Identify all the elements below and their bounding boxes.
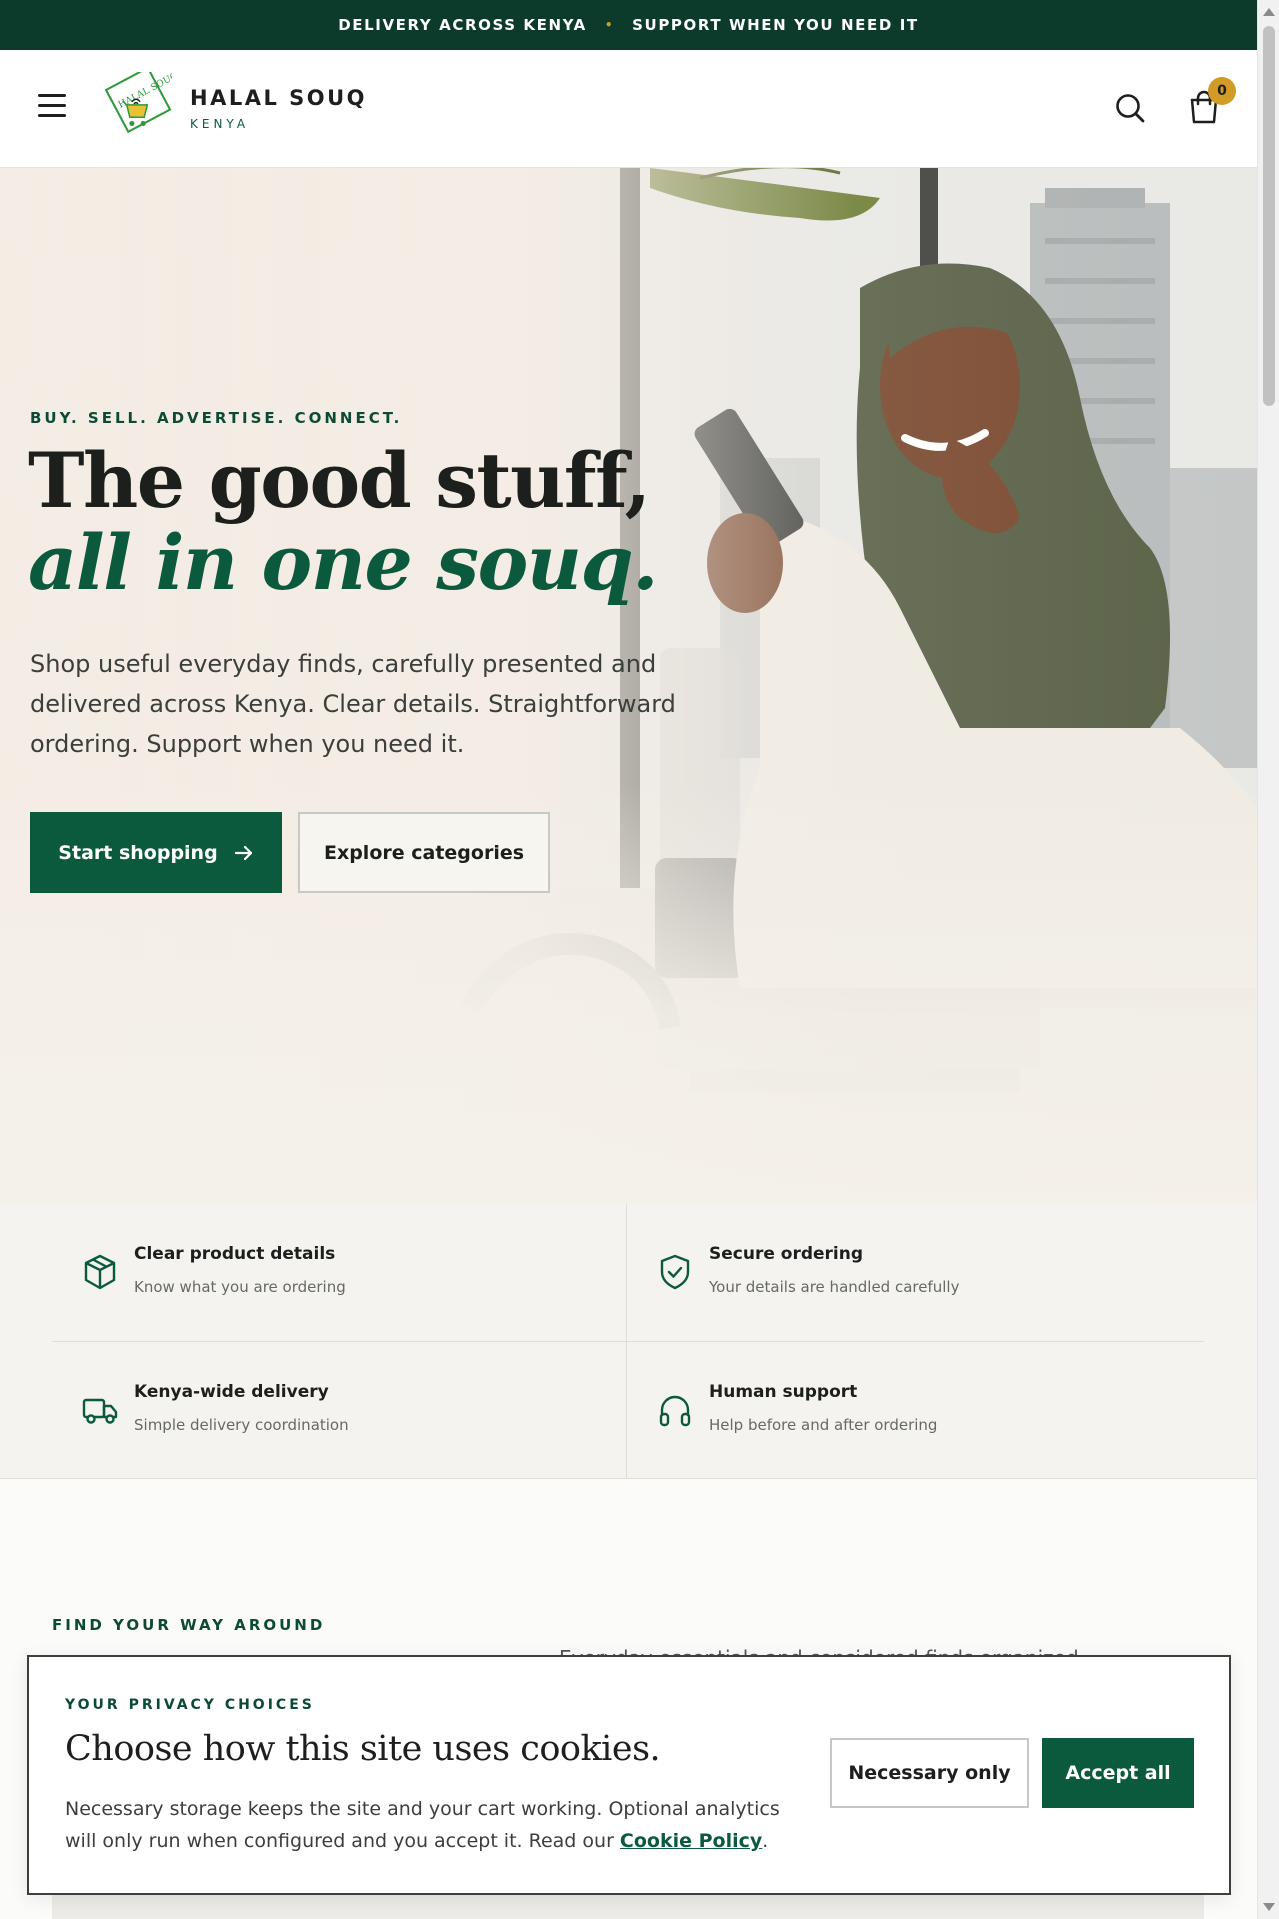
- announcement-delivery: DELIVERY ACROSS KENYA: [338, 16, 587, 34]
- arrow-right-icon: [234, 845, 252, 860]
- cart-count-badge: 0: [1208, 77, 1236, 105]
- cookie-eyebrow: YOUR PRIVACY CHOICES: [65, 1697, 315, 1713]
- feature-description: Simple delivery coordination: [134, 1416, 349, 1434]
- feature-title: Secure ordering: [709, 1244, 864, 1264]
- hero-headline-line2: all in one souq.: [28, 518, 659, 607]
- feature-clear-details: Clear product details Know what you are …: [52, 1204, 627, 1341]
- section-eyebrow: FIND YOUR WAY AROUND: [52, 1616, 326, 1634]
- menu-icon-bar: [38, 114, 66, 117]
- cookie-policy-link[interactable]: Cookie Policy: [620, 1830, 762, 1852]
- hero-eyebrow: BUY. SELL. ADVERTISE. CONNECT.: [30, 409, 403, 427]
- hero-section: BUY. SELL. ADVERTISE. CONNECT. The good …: [0, 168, 1257, 1204]
- cookie-body-end: .: [762, 1830, 769, 1852]
- headphones-icon: [659, 1395, 691, 1427]
- truck-icon: [82, 1398, 118, 1424]
- scrollbar-thumb[interactable]: [1263, 26, 1275, 406]
- announcement-separator: •: [604, 18, 615, 32]
- accept-all-button[interactable]: Accept all: [1042, 1738, 1194, 1808]
- shield-check-icon: [660, 1254, 690, 1290]
- brand-country: KENYA: [190, 117, 250, 131]
- brand-logo[interactable]: HALAL SOUQ: [100, 72, 172, 144]
- feature-title: Kenya-wide delivery: [134, 1382, 329, 1402]
- brand-name: HALAL SOUQ: [190, 86, 368, 110]
- page: DELIVERY ACROSS KENYA • SUPPORT WHEN YOU…: [0, 0, 1257, 1919]
- necessary-only-button[interactable]: Necessary only: [830, 1738, 1029, 1808]
- hero-description: Shop useful everyday finds, carefully pr…: [30, 650, 676, 758]
- announcement-bar: DELIVERY ACROSS KENYA • SUPPORT WHEN YOU…: [0, 0, 1257, 50]
- start-shopping-label: Start shopping: [58, 841, 218, 864]
- announcement-support: SUPPORT WHEN YOU NEED IT: [632, 16, 919, 34]
- package-icon: [84, 1254, 116, 1290]
- feature-kenya-delivery: Kenya-wide delivery Simple delivery coor…: [52, 1342, 627, 1479]
- cookie-body: Necessary storage keeps the site and you…: [65, 1793, 805, 1857]
- features-grid: Clear product details Know what you are …: [0, 1204, 1257, 1479]
- scroll-down-icon[interactable]: [1263, 1903, 1275, 1911]
- cookie-title: Choose how this site uses cookies.: [65, 1729, 661, 1769]
- explore-categories-button[interactable]: Explore categories: [298, 812, 550, 893]
- menu-button[interactable]: [38, 94, 66, 118]
- feature-description: Know what you are ordering: [134, 1278, 346, 1296]
- feature-description: Help before and after ordering: [709, 1416, 938, 1434]
- brand-text[interactable]: HALAL SOUQ KENYA: [190, 86, 367, 131]
- menu-icon-bar: [38, 94, 66, 97]
- feature-secure-ordering: Secure ordering Your details are handled…: [627, 1204, 1202, 1341]
- explore-categories-label: Explore categories: [323, 841, 525, 864]
- feature-title: Clear product details: [134, 1244, 336, 1264]
- scroll-up-icon[interactable]: [1263, 8, 1275, 16]
- feature-title: Human support: [709, 1382, 858, 1402]
- hero-headline: The good stuff, all in one souq.: [28, 440, 659, 607]
- search-icon[interactable]: [1113, 91, 1147, 125]
- site-header: [0, 50, 1257, 168]
- feature-description: Your details are handled carefully: [709, 1278, 960, 1296]
- scrollbar[interactable]: [1257, 0, 1279, 1919]
- cookie-banner: YOUR PRIVACY CHOICES Choose how this sit…: [27, 1655, 1231, 1895]
- menu-icon-bar: [38, 104, 66, 107]
- hero-headline-line1: The good stuff,: [28, 436, 651, 525]
- feature-human-support: Human support Help before and after orde…: [627, 1342, 1202, 1479]
- start-shopping-button[interactable]: Start shopping: [30, 812, 282, 893]
